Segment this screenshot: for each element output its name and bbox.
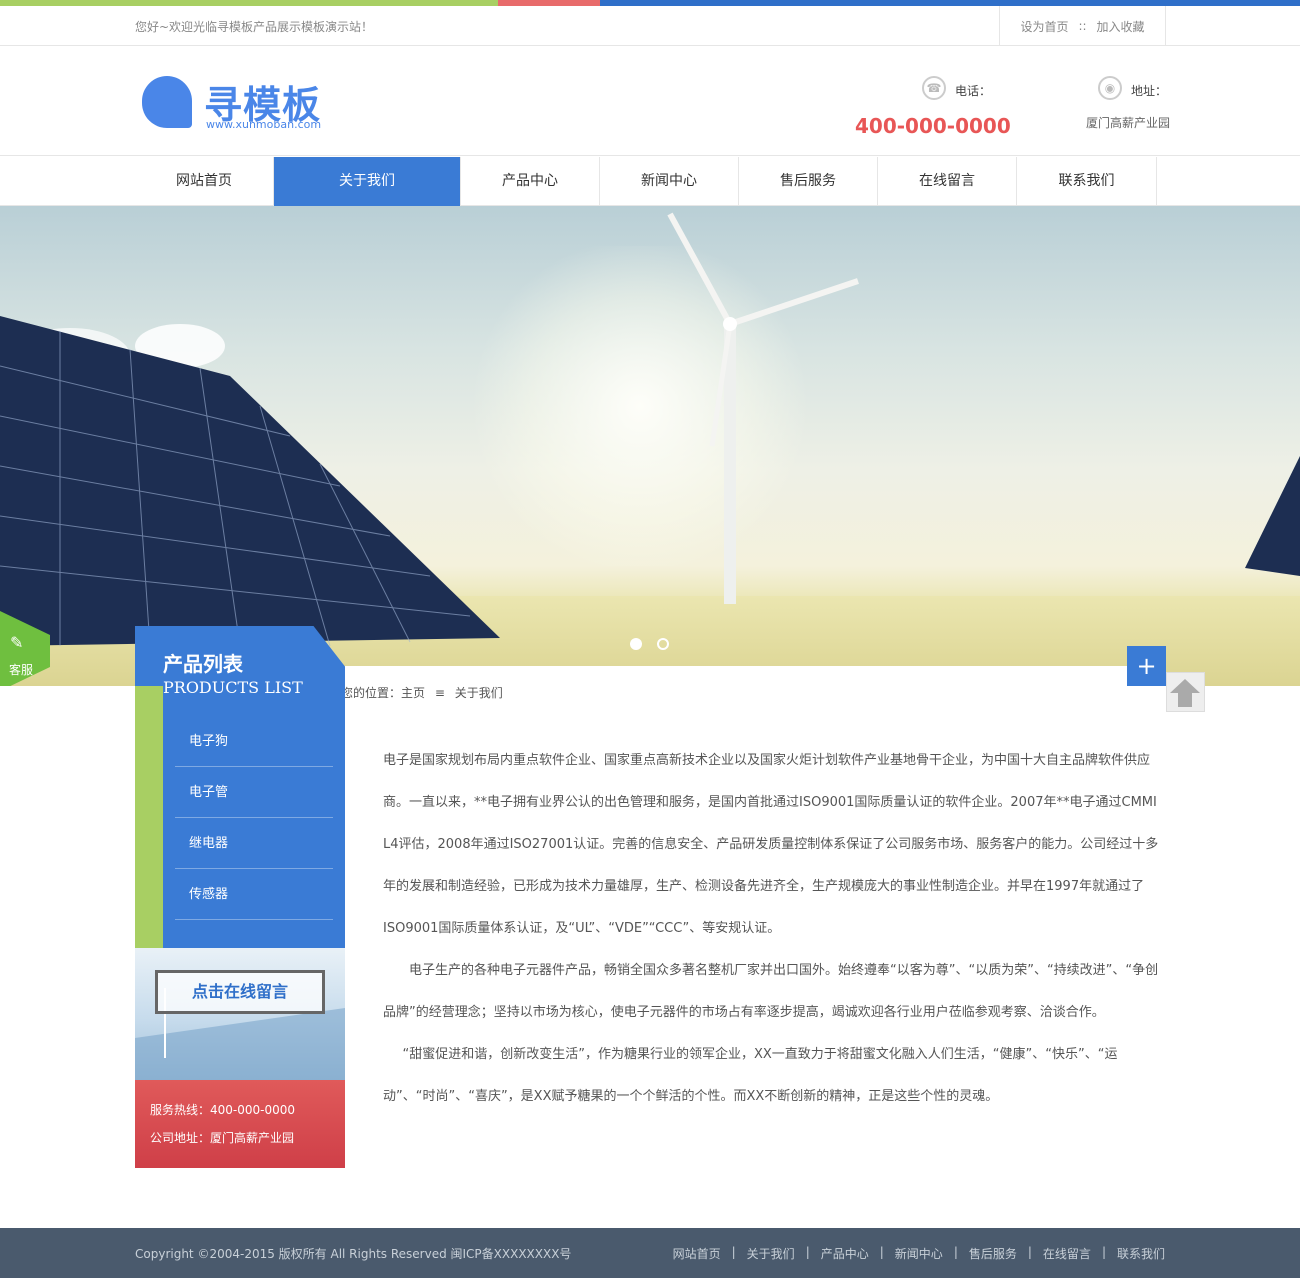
footer-separator: | xyxy=(1027,1245,1032,1259)
address-label: 地址： xyxy=(1131,84,1168,98)
online-message-button[interactable]: 点击在线留言 xyxy=(155,970,325,1014)
sidebar-header: 产品列表 PRODUCTS LIST xyxy=(135,626,345,716)
solar-panel-left xyxy=(0,316,500,646)
footer-link-service[interactable]: 售后服务 xyxy=(969,1245,1017,1262)
location-pin-icon: ◉ xyxy=(1098,76,1122,100)
online-message-promo: 点击在线留言 xyxy=(135,948,345,1080)
header: 寻模板 www.xunmoban.com ☎ 电话： 400-000-0000 … xyxy=(0,46,1300,156)
nav-item-news[interactable]: 新闻中心 xyxy=(600,157,739,206)
sidebar-item-jidianqi[interactable]: 继电器 xyxy=(175,818,333,869)
breadcrumb-home[interactable]: 主页 xyxy=(401,686,425,700)
footer-link-message[interactable]: 在线留言 xyxy=(1043,1245,1091,1262)
footer-separator: | xyxy=(805,1245,810,1259)
footer-separator: | xyxy=(879,1245,884,1259)
footer-link-contact[interactable]: 联系我们 xyxy=(1117,1245,1165,1262)
phone-number: 400-000-0000 xyxy=(855,114,1011,138)
sidebar-subtitle: PRODUCTS LIST xyxy=(163,678,303,697)
breadcrumb-text: 您的位置：主页 ≡ 关于我们 xyxy=(341,684,503,701)
logo-icon[interactable] xyxy=(142,76,192,128)
solar-panel-right xyxy=(1245,456,1300,576)
nav-item-message[interactable]: 在线留言 xyxy=(878,157,1017,206)
footer-link-products[interactable]: 产品中心 xyxy=(821,1245,869,1262)
expand-plus-button[interactable]: + xyxy=(1127,646,1166,686)
about-content: 电子是国家规划布局内重点软件企业、国家重点高新技术企业以及国家火炬计划软件产业基… xyxy=(383,740,1166,1118)
nav-item-home[interactable]: 网站首页 xyxy=(135,157,274,206)
sidebar-item-dianzigou[interactable]: 电子狗 xyxy=(175,716,333,767)
nav-item-contact[interactable]: 联系我们 xyxy=(1017,157,1157,206)
breadcrumb-prefix: 您的位置： xyxy=(341,686,402,700)
sidebar-item-dianziguan[interactable]: 电子管 xyxy=(175,767,333,818)
hero-banner: ✎ 客服 xyxy=(0,206,1300,686)
arrow-up-icon xyxy=(1170,679,1200,707)
footer-separator: | xyxy=(731,1245,736,1259)
main-nav: 网站首页 关于我们 产品中心 新闻中心 售后服务 在线留言 联系我们 xyxy=(0,157,1300,206)
breadcrumb-separator: ≡ xyxy=(434,686,445,700)
back-to-top-button[interactable] xyxy=(1166,672,1205,712)
address-text: 厦门高薪产业园 xyxy=(1086,116,1171,130)
nav-item-about[interactable]: 关于我们 xyxy=(274,157,461,206)
footer-links: 网站首页 | 关于我们 | 产品中心 | 新闻中心 | 售后服务 | 在线留言 | 联系我们 xyxy=(673,1245,1165,1262)
phone-label: 电话： xyxy=(955,84,992,98)
top-bar: 您好~欢迎光临寻模板产品展示模板演示站！ 设为首页 :: 加入收藏 xyxy=(0,6,1300,46)
sidebar-item-chuanganqi[interactable]: 传感器 xyxy=(175,869,333,920)
sidebar-address: 公司地址：厦门高薪产业园 xyxy=(150,1131,295,1145)
add-favorite-link[interactable]: 加入收藏 xyxy=(1097,18,1145,35)
content-paragraph: “甜蜜促进和谐，创新改变生活”，作为糖果行业的领军企业，XX一直致力于将甜蜜文化… xyxy=(383,1047,1118,1104)
chat-bubble-icon: ✎ xyxy=(10,633,24,652)
phone-icon: ☎ xyxy=(922,76,946,100)
top-links-separator: :: xyxy=(1078,19,1087,33)
content-paragraph: 电子是国家规划布局内重点软件企业、国家重点高新技术企业以及国家火炬计划软件产业基… xyxy=(383,753,1159,936)
set-home-link[interactable]: 设为首页 xyxy=(1020,18,1068,35)
footer-link-home[interactable]: 网站首页 xyxy=(673,1245,721,1262)
nav-item-service[interactable]: 售后服务 xyxy=(739,157,878,206)
breadcrumb: 您的位置：主页 ≡ 关于我们 xyxy=(305,666,1127,716)
slider-dot[interactable] xyxy=(657,638,669,650)
top-links: 设为首页 :: 加入收藏 xyxy=(999,6,1166,46)
welcome-text: 您好~欢迎光临寻模板产品展示模板演示站！ xyxy=(135,20,374,34)
product-category-list: 电子狗 电子管 继电器 传感器 xyxy=(163,716,345,948)
footer: Copyright ©2004-2015 版权所有 All Rights Res… xyxy=(0,1228,1300,1278)
sidebar-contact: 服务热线：400-000-0000 公司地址：厦门高薪产业园 xyxy=(135,1080,345,1168)
nav-item-products[interactable]: 产品中心 xyxy=(461,157,600,206)
sidebar-hotline: 服务热线：400-000-0000 xyxy=(150,1103,296,1117)
footer-link-about[interactable]: 关于我们 xyxy=(747,1245,795,1262)
sidebar-title: 产品列表 xyxy=(163,652,243,676)
banner-illustration xyxy=(0,212,1300,647)
customer-service-label: 客服 xyxy=(9,663,34,677)
footer-link-news[interactable]: 新闻中心 xyxy=(895,1245,943,1262)
logo-url: www.xunmoban.com xyxy=(206,118,322,131)
breadcrumb-current[interactable]: 关于我们 xyxy=(455,686,503,700)
copyright-text: Copyright ©2004-2015 版权所有 All Rights Res… xyxy=(135,1247,572,1261)
sidebar-green-strip xyxy=(135,686,163,948)
content-paragraph: 电子生产的各种电子元器件产品，畅销全国众多著名整机厂家并出口国外。始终遵奉“以客… xyxy=(383,963,1159,1020)
promo-background xyxy=(135,988,345,1080)
footer-separator: | xyxy=(1101,1245,1106,1259)
slider-dot-active[interactable] xyxy=(630,638,642,650)
footer-separator: | xyxy=(953,1245,958,1259)
